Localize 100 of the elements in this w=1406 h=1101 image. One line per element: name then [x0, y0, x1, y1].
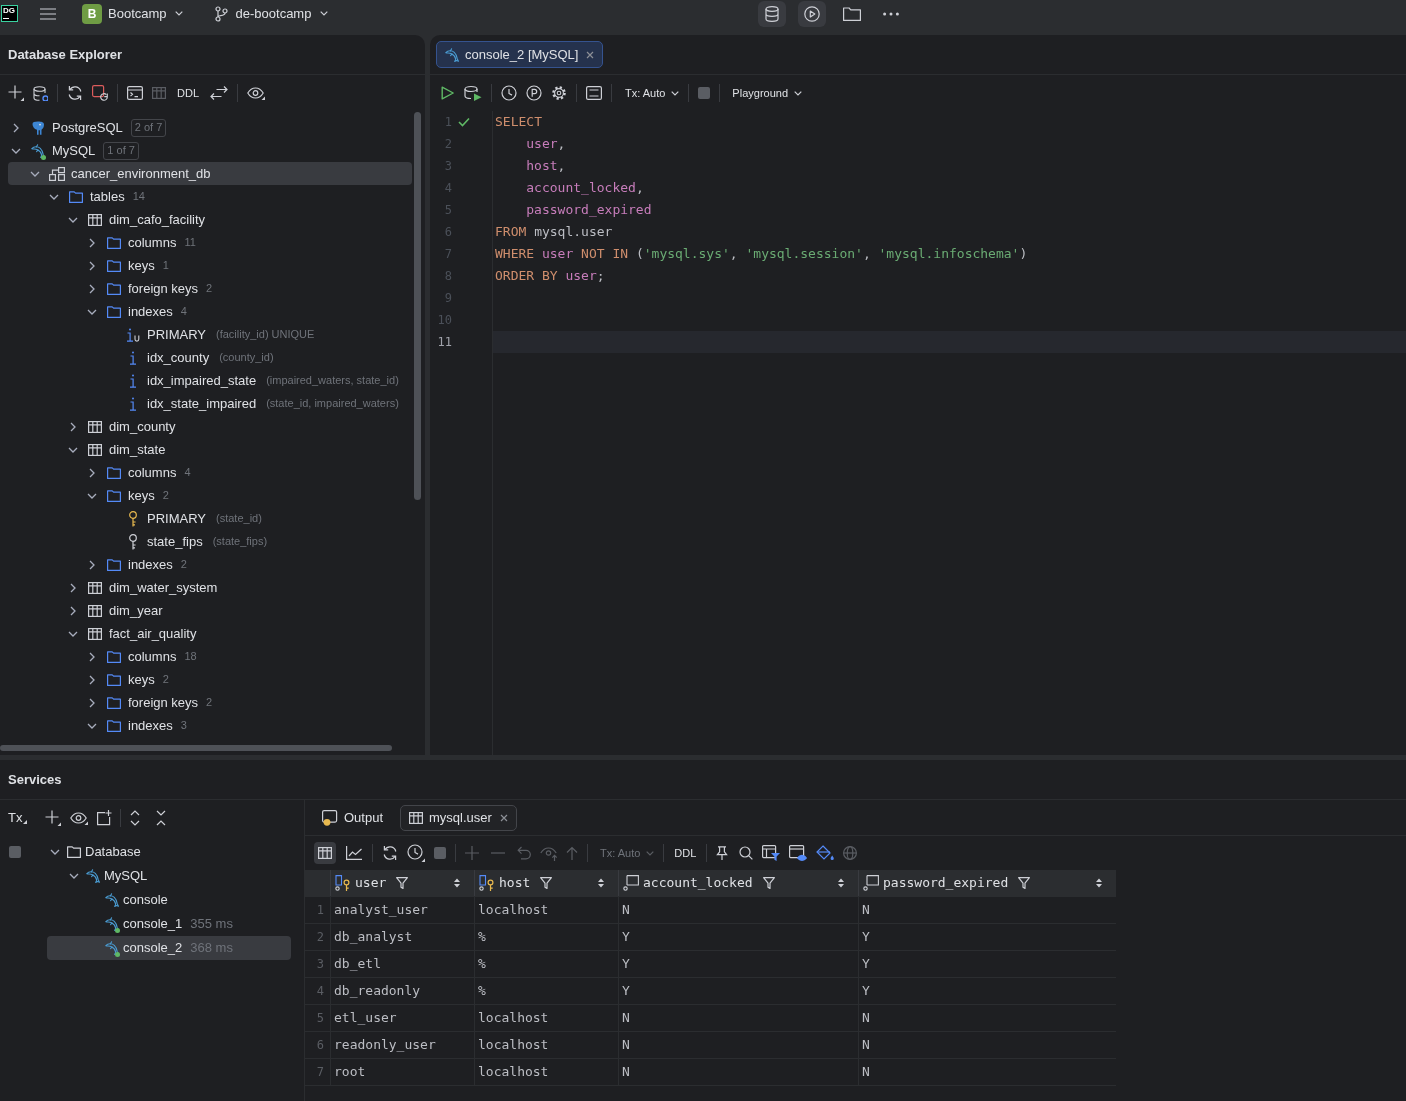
paint-bucket-icon[interactable]	[816, 845, 835, 861]
ddl-button[interactable]: DDL	[673, 844, 698, 862]
sort-icon[interactable]	[454, 878, 460, 888]
more-icon[interactable]	[883, 11, 899, 16]
tree-item[interactable]: console	[85, 888, 168, 912]
tree-item[interactable]: keys 2	[84, 484, 169, 507]
tree-item[interactable]: foreign keys 2	[84, 691, 213, 714]
result-tab[interactable]: Output	[319, 804, 387, 831]
filter-icon[interactable]	[396, 877, 409, 889]
search-icon[interactable]	[739, 846, 754, 860]
filter-icon[interactable]	[1018, 877, 1031, 889]
tree-item[interactable]: columns 4	[84, 461, 191, 484]
database-gear-icon[interactable]	[33, 85, 48, 101]
chevron-icon[interactable]	[87, 467, 97, 478]
app-logo[interactable]: DG	[1, 5, 18, 22]
filter-icon[interactable]	[540, 877, 553, 889]
database-run-icon[interactable]	[464, 85, 482, 101]
tree-item[interactable]: foreign keys 2	[84, 277, 213, 300]
chevron-icon[interactable]	[69, 871, 79, 881]
chevron-icon[interactable]	[87, 674, 97, 685]
table-filter-icon[interactable]	[762, 845, 781, 861]
tree-item[interactable]: state_fips (state_fips)	[103, 530, 268, 553]
chevron-icon[interactable]	[87, 697, 97, 708]
tree-item[interactable]: indexes 3	[84, 714, 187, 737]
terminal-window-icon[interactable]	[127, 86, 143, 100]
chevron-icon[interactable]	[87, 651, 97, 662]
database-button[interactable]	[758, 0, 786, 27]
table-view-button[interactable]	[314, 842, 336, 864]
layout-icon[interactable]	[586, 86, 602, 100]
tree-item[interactable]: columns 18	[84, 645, 197, 668]
tree-item[interactable]: dim_state	[65, 438, 166, 461]
tree-item[interactable]: Database	[47, 840, 141, 864]
run-services-button[interactable]	[798, 0, 826, 27]
column-header[interactable]: password_expired	[858, 870, 1116, 896]
tree-item[interactable]: PRIMARY (state_id)	[103, 507, 262, 530]
chevron-icon[interactable]	[87, 283, 97, 294]
refresh-icon[interactable]	[67, 85, 83, 101]
tree-item[interactable]: keys 2	[84, 668, 169, 691]
tree-item[interactable]: cancer_environment_db	[8, 162, 412, 185]
expand-icon[interactable]	[130, 810, 141, 826]
session-mode-dropdown[interactable]: Playground	[732, 84, 802, 102]
tree-item[interactable]: dim_cafo_facility	[65, 208, 206, 231]
tree-item[interactable]: dim_water_system	[65, 576, 218, 599]
transaction-button[interactable]: Tx	[8, 808, 23, 828]
editor-tab[interactable]: console_2 [MySQL]	[436, 41, 604, 68]
tree-item[interactable]: MySQL 1 of 7	[8, 139, 139, 162]
tree-item[interactable]: fact_air_quality	[65, 622, 197, 645]
settings-icon[interactable]	[551, 85, 567, 101]
tree-item[interactable]: dim_year	[65, 599, 163, 622]
tree-item[interactable]: indexes 2	[84, 553, 187, 576]
tree-item[interactable]: idx_impaired_state (impaired_waters, state_id)	[103, 369, 399, 392]
project-selector[interactable]: B Bootcamp	[82, 1, 183, 26]
chevron-icon[interactable]	[68, 582, 78, 593]
folder-icon[interactable]	[843, 6, 861, 21]
chevron-icon[interactable]	[68, 605, 78, 616]
chevron-icon[interactable]	[87, 237, 97, 248]
result-tab[interactable]: mysql.user	[400, 804, 517, 831]
eye-icon[interactable]	[247, 86, 265, 100]
close-icon[interactable]	[586, 50, 595, 59]
pin-icon[interactable]	[716, 846, 729, 860]
sort-icon[interactable]	[1096, 878, 1102, 888]
tree-item[interactable]: keys 1	[84, 254, 169, 277]
filter-icon[interactable]	[762, 877, 775, 889]
close-icon[interactable]	[499, 813, 508, 822]
tree-item[interactable]: columns 11	[84, 231, 196, 254]
refresh-icon[interactable]	[382, 845, 398, 861]
chevron-icon[interactable]	[87, 559, 97, 570]
clock-icon[interactable]	[407, 844, 425, 862]
chevron-icon[interactable]	[68, 421, 78, 432]
transaction-mode-dropdown[interactable]: Tx: Auto	[625, 84, 680, 102]
menu-icon[interactable]	[40, 7, 56, 20]
add-icon[interactable]	[45, 810, 62, 826]
tree-item[interactable]: idx_state_impaired (state_id, impaired_waters)	[103, 392, 399, 415]
column-header[interactable]: account_locked	[618, 870, 858, 896]
chevron-icon[interactable]	[87, 260, 97, 271]
table-eye-icon[interactable]	[789, 845, 808, 861]
sort-icon[interactable]	[838, 878, 844, 888]
tree-item[interactable]: console_1 355 ms	[85, 912, 233, 936]
tree-item[interactable]: PRIMARY (facility_id) UNIQUE	[103, 323, 315, 346]
add-icon[interactable]	[8, 85, 24, 101]
circle-p-icon[interactable]	[526, 85, 542, 101]
column-header[interactable]: host	[474, 870, 618, 896]
eye-icon[interactable]	[70, 811, 89, 825]
tree-item[interactable]: idx_county (county_id)	[103, 346, 274, 369]
tree-item[interactable]: indexes 4	[84, 300, 187, 323]
tree-item[interactable]: tables 14	[46, 185, 145, 208]
ddl-button[interactable]: DDL	[175, 84, 201, 102]
run-icon[interactable]	[441, 86, 455, 100]
chevron-icon[interactable]	[50, 847, 60, 857]
vertical-scrollbar[interactable]	[414, 112, 421, 500]
new-tab-icon[interactable]	[96, 810, 113, 826]
sort-icon[interactable]	[598, 878, 604, 888]
tree-item[interactable]: MySQL	[66, 864, 148, 888]
arrows-icon[interactable]	[210, 85, 228, 101]
tree-item[interactable]: dim_county	[65, 415, 176, 438]
branch-selector[interactable]: de-bootcamp	[214, 1, 329, 26]
collapse-icon[interactable]	[156, 810, 167, 826]
chevron-icon[interactable]	[11, 122, 21, 133]
clock-icon[interactable]	[501, 85, 517, 101]
column-header[interactable]: user	[330, 870, 474, 896]
